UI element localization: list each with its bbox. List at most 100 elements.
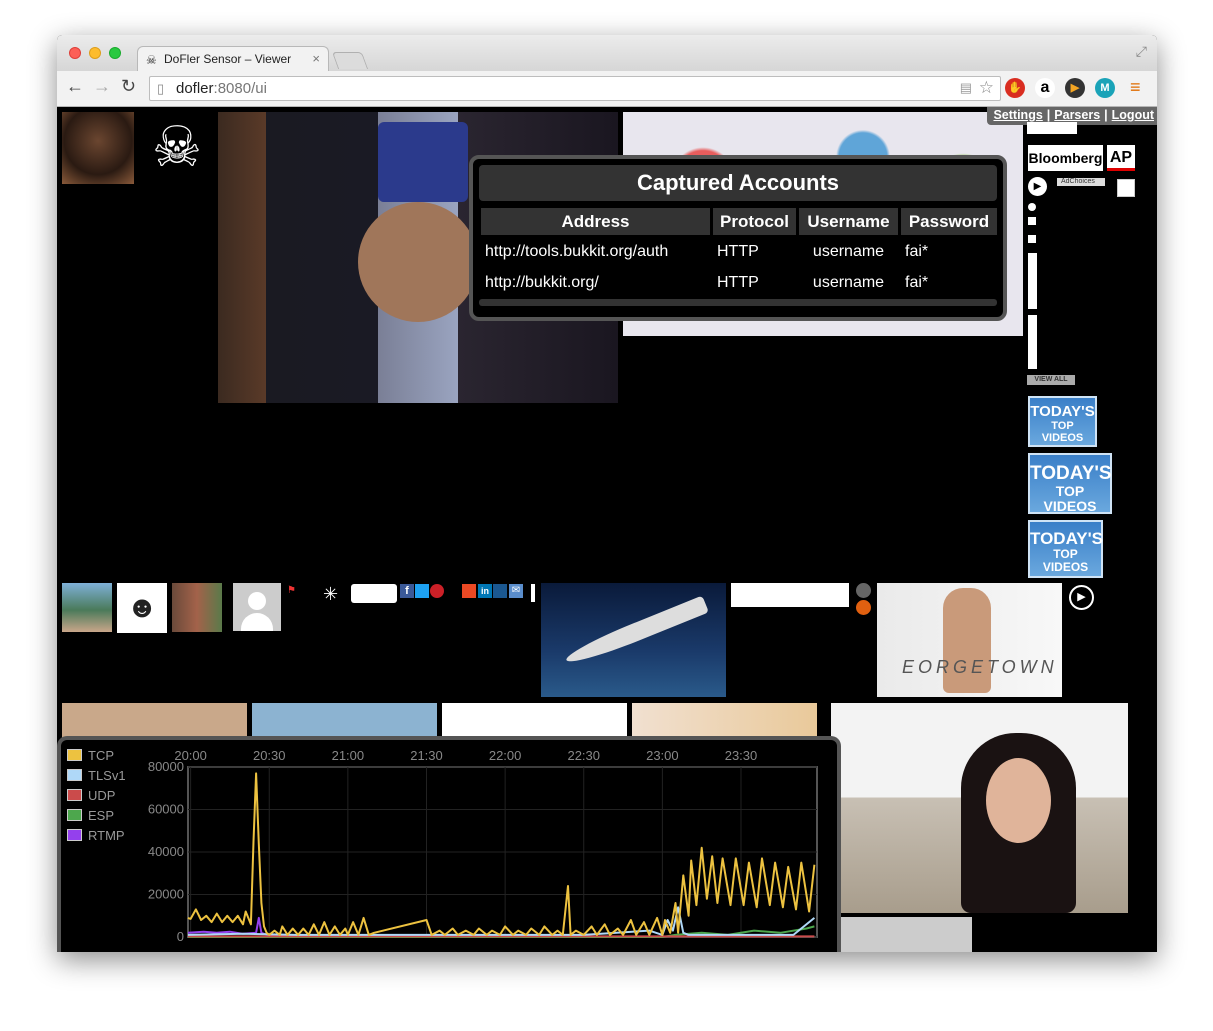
nav-separator: | [1104,108,1108,122]
adblock-extension-icon[interactable]: ✋ [1005,78,1025,98]
red-flag-icon: ⚑ [287,585,296,596]
ap-logo: AP [1107,145,1135,171]
browser-window: ☠ DoFler Sensor – Viewer × ⤢ ← → ↻ ▯ dof… [57,35,1157,952]
top-videos-line2: TOP VIDEOS [1042,547,1089,574]
pager-dot-icon[interactable] [1028,203,1036,211]
bookmark-star-icon[interactable]: ☆ [979,78,994,98]
hat-shape [378,122,468,202]
adchoices-badge[interactable]: AdChoices [1057,178,1105,186]
address-cell: http://tools.bukkit.org/auth [485,243,669,260]
top-videos-line1: TODAY'S [1030,529,1104,548]
x-tick-label: 23:30 [725,748,758,763]
grey-block [837,917,972,952]
address-cell: http://bukkit.org/ [485,274,599,291]
nav-separator: | [1046,108,1051,122]
top-videos-line1: TODAY'S [1030,403,1095,420]
captured-accounts-panel: Captured Accounts Address Protocol Usern… [469,155,1007,321]
accounts-table: Address Protocol Username Password http:… [478,205,1000,300]
scroll-right-arrow-icon[interactable] [1028,315,1037,369]
viewer-content: ☠ Settings | Parsers | Logout Bloomberg AP ▶… [57,107,1157,952]
m-extension-icon[interactable]: M [1095,78,1115,98]
column-header-username[interactable]: Username [799,208,898,235]
banner-text: EORGETOWN [902,657,1058,677]
password-cell: fai* [905,274,929,291]
orange-social-icon[interactable] [856,600,871,615]
top-videos-line1: TODAY'S [1030,463,1112,484]
share-count-box [351,584,397,603]
skull-crossbones-icon: ☠ [151,115,203,178]
blank-white-box [731,583,849,607]
twitter-icon[interactable] [415,584,429,598]
reload-icon[interactable]: ↻ [121,76,136,97]
captured-image-portrait [62,112,134,184]
email-icon[interactable]: ✉ [509,584,523,598]
jet-shape [563,595,709,669]
x-tick-label: 20:00 [174,748,207,763]
y-tick-label: 60000 [148,802,184,817]
x-tick-label: 20:30 [253,748,286,763]
password-cell: fai* [905,243,929,260]
top-videos-ad[interactable]: TODAY'S TOP VIDEOS [1028,520,1103,578]
traffic-chart-panel: TCP TLSv1 UDP ESP RTMP 0 20000 40000 60000 80000… [57,736,841,952]
scroll-left-arrow-icon[interactable] [1028,253,1037,309]
username-cell: username [812,274,885,291]
address-bar[interactable]: ▯ dofler:8080/ui ▤ ☆ [149,76,1001,101]
next-small-icon[interactable] [1028,235,1036,243]
column-header-address[interactable]: Address [481,208,710,235]
top-videos-ad[interactable]: TODAY'S TOP VIDEOS [1028,453,1112,514]
play-circle-icon[interactable]: ▶ [1028,177,1047,196]
stumbleupon-icon[interactable] [462,584,476,598]
forward-arrow-icon[interactable]: → [93,76,111,97]
new-tab-button[interactable] [331,52,369,69]
play-extension-icon[interactable]: ▶ [1065,78,1085,98]
captured-image-smiling-woman [831,703,1128,913]
browser-tab[interactable]: ☠ DoFler Sensor – Viewer × [137,46,329,71]
column-header-password[interactable]: Password [901,208,997,235]
column-header-protocol[interactable]: Protocol [713,208,796,235]
traffic-chart: 02000040000600008000020:00 20:30 21:00 21:3… [148,748,818,944]
top-videos-ad[interactable]: TODAY'S TOP VIDEOS [1028,396,1097,447]
facebook-icon[interactable]: f [400,584,414,598]
x-tick-label: 22:30 [567,748,600,763]
table-row: http://bukkit.org/ HTTP username fai* [481,269,997,297]
table-row: http://tools.bukkit.org/auth HTTP userna… [481,238,997,266]
page-action-icon[interactable]: ▤ [960,80,972,96]
prev-small-icon[interactable] [1028,217,1036,225]
parsers-link[interactable]: Parsers [1054,108,1100,122]
face-shape [358,202,478,322]
avatar-body-shape [241,613,273,631]
divider-bar [531,584,535,602]
captured-image-kids [172,583,222,632]
digg-icon[interactable] [493,584,507,598]
accounts-title: Captured Accounts [479,165,997,201]
protocol-cell: HTTP [717,243,759,260]
loading-spinner-icon: ✳ [323,584,339,604]
url-path: :8080/ui [213,80,267,97]
y-tick-label: 40000 [148,844,184,859]
x-tick-label: 21:00 [332,748,365,763]
pirate-favicon-icon: ☠ [146,53,157,67]
face-shape [986,758,1051,843]
url-host: dofler [176,80,214,97]
tab-title: DoFler Sensor – Viewer [164,52,292,66]
minimize-window-button[interactable] [89,47,101,59]
settings-link[interactable]: Settings [993,108,1042,122]
pinterest-icon[interactable] [430,584,444,598]
broken-image-icon [1117,179,1135,197]
back-arrow-icon[interactable]: ← [66,76,84,97]
play-video-icon[interactable]: ▶ [1069,585,1094,610]
linkedin-icon[interactable]: in [478,584,492,598]
menu-icon[interactable]: ≡ [1130,77,1141,98]
y-tick-label: 0 [177,929,184,944]
logout-link[interactable]: Logout [1112,108,1154,122]
amazon-extension-icon[interactable]: a [1035,78,1055,98]
maximize-window-button[interactable] [109,47,121,59]
top-videos-line2: TOP VIDEOS [1043,483,1097,514]
captured-image-banner: EORGETOWN [877,583,1062,697]
default-avatar-icon [233,583,281,631]
reddit-icon[interactable] [856,583,871,598]
close-tab-icon[interactable]: × [312,51,320,66]
close-window-button[interactable] [69,47,81,59]
view-all-button[interactable]: VIEW ALL [1027,375,1075,385]
fullscreen-icon[interactable]: ⤢ [1136,43,1147,60]
